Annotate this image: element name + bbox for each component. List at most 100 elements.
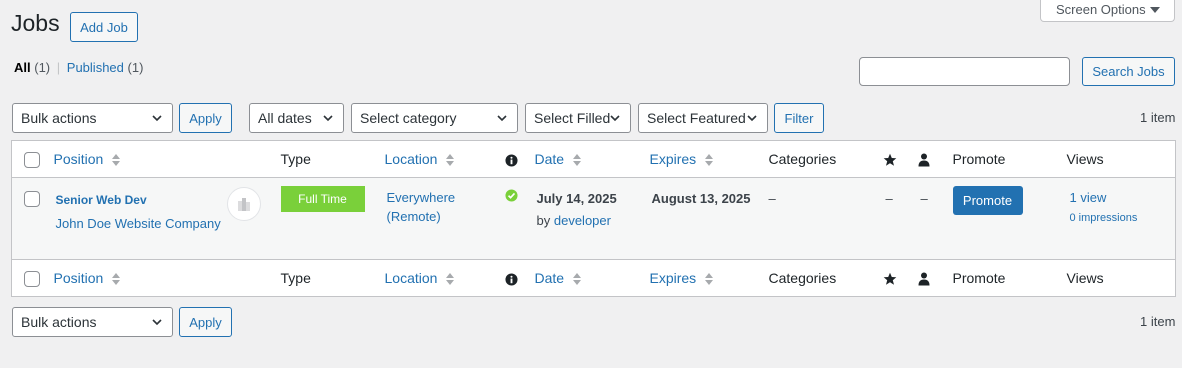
jobs-table: Position Type Location Date Expires Cate…	[11, 140, 1176, 297]
impressions-link[interactable]: 0 impressions	[1070, 208, 1176, 228]
sort-icon	[572, 273, 581, 286]
column-categories-footer: Categories	[759, 259, 873, 297]
status-published-count: (1)	[127, 60, 144, 75]
chevron-down-icon	[152, 319, 162, 326]
column-location-label: Location	[384, 269, 438, 286]
check-circle-icon	[504, 189, 518, 202]
column-featured	[872, 140, 908, 178]
expires-date: August 13, 2025	[651, 191, 751, 206]
sort-icon	[705, 273, 714, 286]
apply-button-bottom[interactable]: Apply	[179, 307, 232, 337]
sort-icon	[446, 154, 455, 167]
item-count-bottom: 1 item	[1140, 314, 1176, 329]
filled-select[interactable]: Select Filled	[525, 103, 631, 133]
job-type-badge: Full Time	[280, 186, 365, 212]
categories-value: –	[768, 191, 776, 206]
chevron-down-icon	[152, 115, 162, 122]
column-expires-footer[interactable]: Expires	[642, 259, 760, 297]
promote-cell: Promote	[943, 178, 1057, 260]
column-location-footer[interactable]: Location	[377, 259, 498, 297]
column-filled	[907, 140, 943, 178]
table-header-row: Position Type Location Date Expires Cate…	[11, 140, 1176, 178]
column-position-footer[interactable]: Position	[41, 259, 276, 297]
chevron-down-icon	[497, 115, 507, 122]
status-all-count: (1)	[34, 60, 51, 75]
status-separator: |	[56, 60, 61, 75]
date-cell: July 14, 2025 by developer	[528, 178, 643, 260]
featured-value: Select Featured	[647, 110, 746, 126]
column-status	[497, 140, 528, 178]
featured-value: –	[885, 191, 893, 206]
column-type: Type	[275, 140, 378, 178]
author-link[interactable]: developer	[554, 213, 611, 228]
column-views: Views	[1056, 140, 1176, 178]
type-cell: Full Time	[276, 178, 378, 260]
company-logo-placeholder	[227, 187, 261, 221]
sort-icon	[112, 273, 121, 286]
star-icon	[883, 272, 896, 285]
triangle-down-icon	[1150, 7, 1160, 13]
posted-date: July 14, 2025	[536, 191, 617, 206]
location-line-2: (Remote)	[386, 209, 441, 224]
featured-select[interactable]: Select Featured	[638, 103, 768, 133]
column-location[interactable]: Location	[377, 140, 498, 178]
select-all-cell-footer	[11, 259, 42, 297]
select-all-checkbox-footer[interactable]	[24, 270, 40, 287]
search-input[interactable]	[859, 57, 1070, 86]
chevron-down-icon	[323, 115, 333, 122]
dates-select[interactable]: All dates	[249, 103, 344, 133]
table-footer-row: Position Type Location Date Expires Cate…	[11, 259, 1176, 297]
select-all-cell	[11, 140, 42, 178]
category-select[interactable]: Select category	[351, 103, 518, 133]
star-icon	[883, 153, 896, 166]
views-link[interactable]: 1 view	[1070, 188, 1176, 208]
location-cell: Everywhere (Remote)	[378, 178, 498, 260]
filled-value: –	[920, 191, 928, 206]
info-icon	[504, 273, 518, 286]
filter-button[interactable]: Filter	[774, 103, 824, 133]
column-categories: Categories	[759, 140, 873, 178]
category-value: Select category	[360, 110, 457, 126]
column-views-footer: Views	[1056, 259, 1176, 297]
sort-icon	[572, 154, 581, 167]
status-published-link[interactable]: Published	[67, 60, 124, 75]
status-all-link[interactable]: All	[14, 60, 31, 75]
apply-button-top[interactable]: Apply	[179, 103, 232, 133]
dates-value: All dates	[258, 110, 312, 126]
column-expires-label: Expires	[649, 269, 697, 286]
column-promote-footer: Promote	[942, 259, 1057, 297]
location-line-1: Everywhere	[386, 190, 456, 205]
column-date-label: Date	[534, 150, 565, 167]
select-all-checkbox[interactable]	[24, 151, 40, 168]
column-location-label: Location	[384, 150, 438, 167]
sort-icon	[112, 154, 121, 167]
column-type-footer: Type	[275, 259, 378, 297]
column-featured-footer	[872, 259, 908, 297]
screen-options-button[interactable]: Screen Options	[1040, 0, 1175, 22]
building-icon	[238, 198, 250, 211]
bulk-actions-select[interactable]: Bulk actions	[12, 103, 173, 133]
add-job-button[interactable]: Add Job	[70, 12, 138, 42]
column-position-label: Position	[53, 150, 104, 167]
views-cell: 1 view 0 impressions	[1057, 178, 1176, 260]
column-position[interactable]: Position	[41, 140, 276, 178]
location-link[interactable]: Everywhere (Remote)	[387, 188, 498, 226]
column-status-footer	[497, 259, 528, 297]
info-icon	[504, 154, 518, 167]
promote-button[interactable]: Promote	[952, 186, 1023, 215]
screen-options-label: Screen Options	[1056, 2, 1146, 17]
column-date-label: Date	[534, 269, 565, 286]
column-date-footer[interactable]: Date	[527, 259, 643, 297]
item-count-top: 1 item	[1140, 110, 1176, 125]
column-date[interactable]: Date	[527, 140, 643, 178]
bulk-actions-value: Bulk actions	[21, 110, 97, 126]
search-jobs-button[interactable]: Search Jobs	[1082, 57, 1175, 86]
row-checkbox[interactable]	[24, 190, 40, 207]
column-expires[interactable]: Expires	[642, 140, 760, 178]
status-cell	[498, 178, 528, 260]
bulk-actions-value-bottom: Bulk actions	[21, 314, 97, 330]
by-label: by	[536, 213, 551, 228]
user-icon	[918, 272, 929, 286]
bulk-actions-select-bottom[interactable]: Bulk actions	[12, 307, 173, 337]
page-title: Jobs	[11, 10, 60, 36]
